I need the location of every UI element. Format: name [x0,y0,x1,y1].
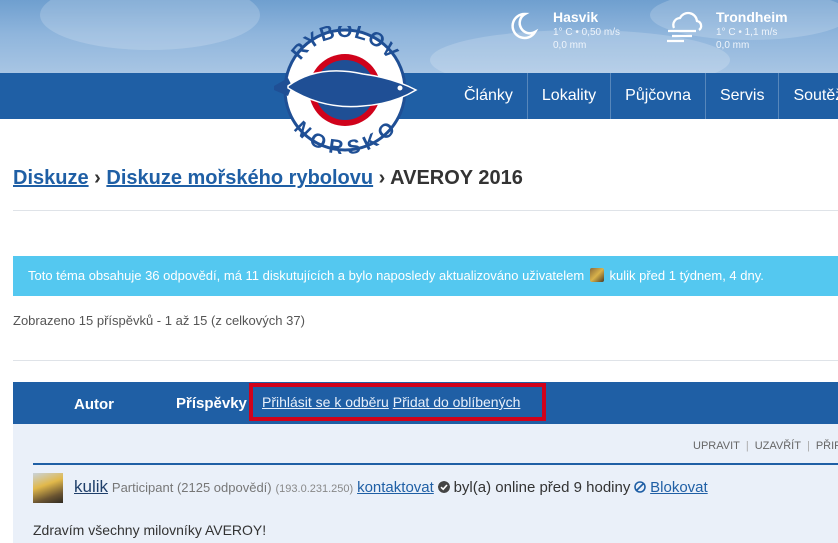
block-link[interactable]: Blokovat [650,479,708,496]
nav-lokality[interactable]: Lokality [526,73,610,119]
subscribe-link[interactable]: Přihlásit se k odběru [262,394,389,410]
breadcrumb-diskuze-morskeho-rybolovu[interactable]: Diskuze mořského rybolovu [106,167,373,189]
moon-icon [511,12,539,40]
nav-pujcovna[interactable]: Půjčovna [610,73,705,119]
weather-city: Hasvik [553,9,599,25]
topic-info-bar: Toto téma obsahuje 36 odpovědí, má 11 di… [13,256,838,296]
breadcrumb-separator: › [88,167,107,189]
contact-link[interactable]: kontaktovat [357,479,434,496]
close-link[interactable]: UZAVŘÍT [749,440,807,452]
weather-precip: 0,0 mm [716,40,750,51]
admin-links: UPRAVIT|UZAVŘÍT|PŘIPNOUT [687,440,838,452]
weather-trondheim: Trondheim 1° C • 1,1 m/s 0,0 mm [664,8,788,52]
post-top-line [33,463,838,465]
nav-soutez[interactable]: Soutěž [778,73,838,119]
post-author-role: Participant (2125 odpovědí) [111,480,272,495]
divider [13,210,838,211]
site-logo[interactable]: RYBOLOV NORSKO [268,26,422,154]
edit-link[interactable]: UPRAVIT [687,440,746,452]
block-icon [634,481,647,493]
check-circle-icon [437,481,450,493]
breadcrumb-current: › AVEROY 2016 [373,167,523,189]
weather-details: 1° C • 1,1 m/s [716,27,778,38]
weather-city: Trondheim [716,9,788,25]
column-author: Autor [74,396,114,413]
divider [13,360,838,361]
weather-details: 1° C • 0,50 m/s [553,27,620,38]
post-author-row: kulik Participant (2125 odpovědí) (193.0… [74,477,708,497]
nav-servis[interactable]: Servis [704,73,778,119]
topic-info-time: před 1 týdnem, 4 dny. [639,268,764,283]
post-author-ip: (193.0.231.250) [275,483,354,495]
cloud-wind-icon [667,11,703,43]
column-posts: Příspěvky [176,395,247,412]
breadcrumb: Diskuze › Diskuze mořského rybolovu › AV… [13,167,523,190]
post-item: UPRAVIT|UZAVŘÍT|PŘIPNOUT kulik Participa… [13,424,838,543]
main-nav: Články Lokality Půjčovna Servis Soutěž [450,73,838,119]
breadcrumb-diskuze[interactable]: Diskuze [13,167,89,189]
weather-precip: 0,0 mm [553,40,587,51]
nav-clanky[interactable]: Články [450,73,527,119]
topic-info-text: Toto téma obsahuje 36 odpovědí, má 11 di… [28,268,585,283]
post-author-name[interactable]: kulik [74,477,108,496]
topic-table-header: Autor Příspěvky Přihlásit se k odběru Př… [13,382,838,424]
online-status: byl(a) online před 9 hodiny [453,479,631,496]
topic-info-user[interactable]: kulik [609,268,635,283]
topic-actions-highlight: Přihlásit se k odběru Přidat do oblíbený… [249,383,546,421]
posts-count-text: Zobrazeno 15 příspěvků - 1 až 15 (z celk… [13,313,305,328]
post-body: Zdravím všechny milovníky AVEROY! [33,522,267,538]
pin-link[interactable]: PŘIPNOUT [810,440,838,452]
user-avatar-mini [589,268,604,282]
weather-hasvik: Hasvik 1° C • 0,50 m/s 0,0 mm [505,8,620,52]
add-favorite-link[interactable]: Přidat do oblíbených [393,394,521,410]
avatar[interactable] [33,473,63,503]
